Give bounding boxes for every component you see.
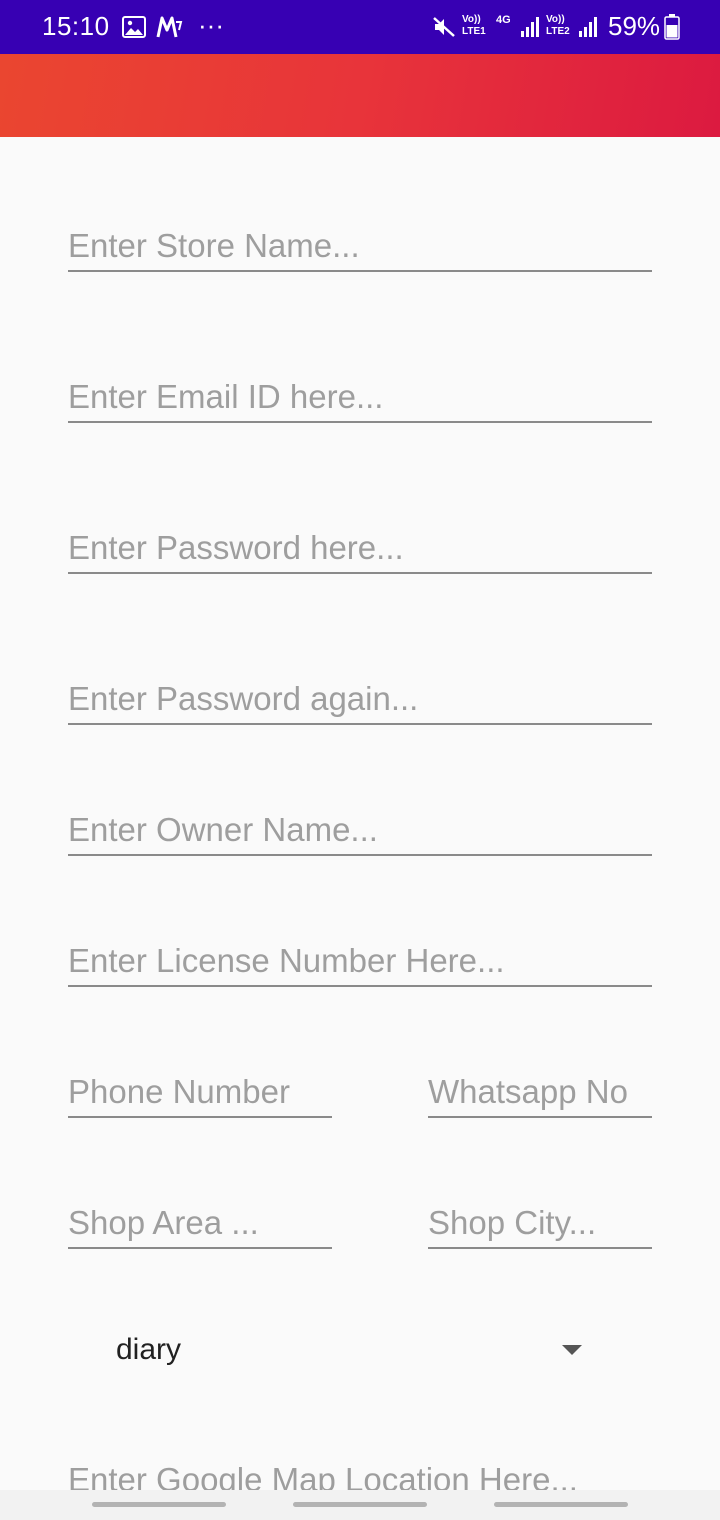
confirm-password-field[interactable] xyxy=(68,677,652,725)
mute-icon xyxy=(432,15,456,44)
shop-city-field[interactable] xyxy=(428,1201,652,1249)
map-location-field[interactable] xyxy=(68,1458,652,1490)
owner-name-field[interactable] xyxy=(68,808,652,856)
back-button[interactable] xyxy=(494,1502,628,1507)
battery-percentage: 59% xyxy=(608,11,661,41)
phone-number-input[interactable] xyxy=(68,1070,332,1114)
map-location-input[interactable] xyxy=(68,1458,652,1490)
whatsapp-number-input[interactable] xyxy=(428,1070,652,1114)
email-field[interactable] xyxy=(68,375,652,423)
more-notifications-icon: ··· xyxy=(198,10,224,40)
email-input[interactable] xyxy=(68,375,652,419)
confirm-password-input[interactable] xyxy=(68,677,652,721)
store-name-input[interactable] xyxy=(68,224,652,268)
license-number-input[interactable] xyxy=(68,939,652,983)
whatsapp-number-field[interactable] xyxy=(428,1070,652,1118)
phone-number-field[interactable] xyxy=(68,1070,332,1118)
store-name-field[interactable] xyxy=(68,224,652,272)
password-input[interactable] xyxy=(68,526,652,570)
home-button[interactable] xyxy=(293,1502,427,1507)
signal-sim2-icon xyxy=(578,16,600,43)
app-toolbar xyxy=(0,54,720,137)
volte-sim1-label: Vo)) LTE1 xyxy=(462,14,486,37)
category-dropdown[interactable]: diary xyxy=(68,1321,652,1381)
system-navigation-bar xyxy=(0,1490,720,1520)
volte-sim2-label: Vo)) LTE2 xyxy=(546,14,570,37)
battery-icon xyxy=(664,14,680,45)
network-type-label: 4G xyxy=(496,14,511,26)
status-bar: 15:10 ··· Vo)) LTE1 4G Vo)) LTE2 59% xyxy=(0,0,720,54)
registration-form: diary xyxy=(0,137,720,1490)
signal-sim1-icon xyxy=(520,16,542,43)
gallery-icon xyxy=(122,16,146,43)
recent-apps-button[interactable] xyxy=(92,1502,226,1507)
status-time: 15:10 xyxy=(42,11,110,41)
shop-area-field[interactable] xyxy=(68,1201,332,1249)
category-selected-value: diary xyxy=(116,1333,182,1366)
shop-city-input[interactable] xyxy=(428,1201,652,1245)
owner-name-input[interactable] xyxy=(68,808,652,852)
license-number-field[interactable] xyxy=(68,939,652,987)
password-field[interactable] xyxy=(68,526,652,574)
myntra-notification-icon xyxy=(155,14,183,45)
dropdown-arrow-icon xyxy=(562,1345,582,1355)
shop-area-input[interactable] xyxy=(68,1201,332,1245)
